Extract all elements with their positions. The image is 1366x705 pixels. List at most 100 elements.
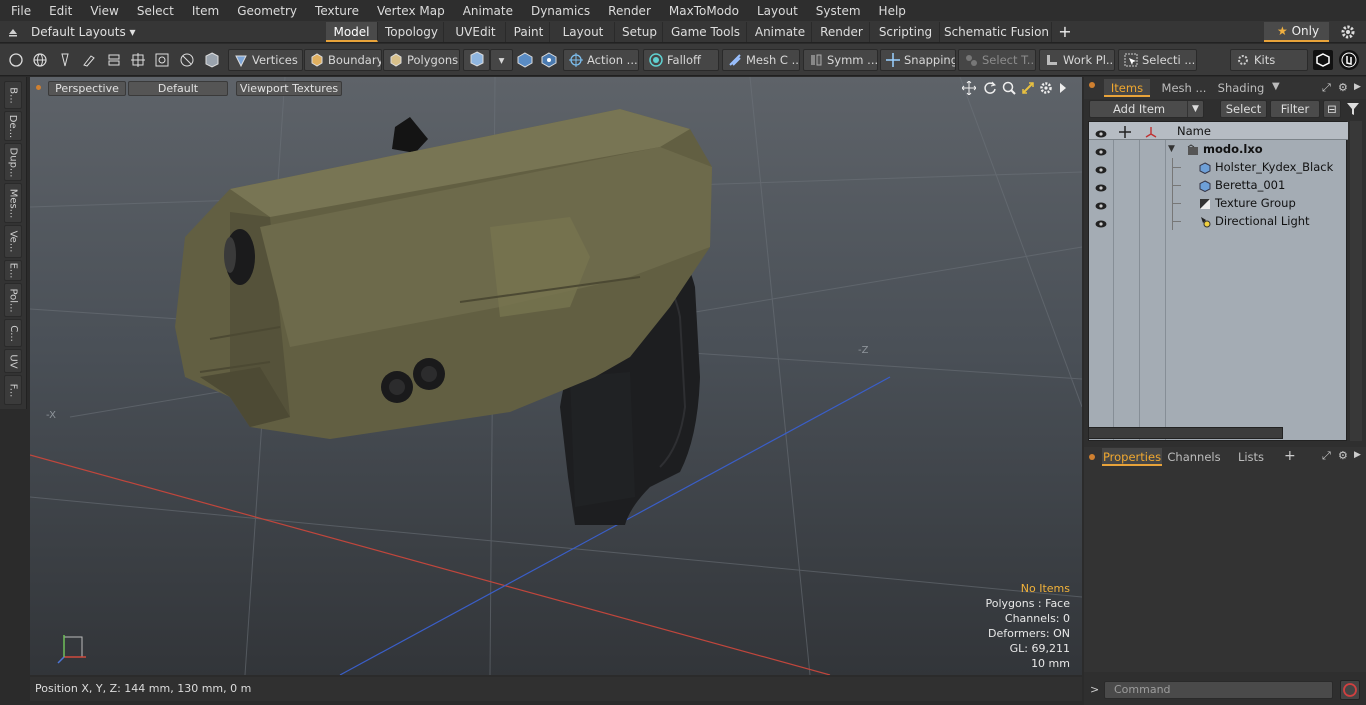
zoom-icon[interactable] xyxy=(1002,81,1016,95)
expand-panel-icon[interactable]: ⤢ xyxy=(1322,81,1331,95)
unity-icon[interactable] xyxy=(1313,50,1333,70)
funnel-icon[interactable] xyxy=(1346,102,1360,116)
mesh-constraint-button[interactable]: Mesh C ... xyxy=(722,49,800,71)
boundary-button[interactable]: Boundary xyxy=(304,49,382,71)
left-tab-4[interactable]: Mes... xyxy=(4,183,22,223)
item-row[interactable]: Directional Light xyxy=(1089,212,1348,230)
view-type-button[interactable]: Perspective xyxy=(48,81,126,96)
eye-icon[interactable] xyxy=(1095,216,1107,228)
left-tab-8[interactable]: C... xyxy=(4,319,22,347)
tabs-dropdown-icon[interactable]: ▼ xyxy=(1272,81,1280,92)
panel-more-icon[interactable]: ▶ xyxy=(1354,82,1361,92)
properties-gear-icon[interactable]: ⚙ xyxy=(1338,449,1348,462)
align-icon[interactable] xyxy=(128,50,148,70)
rotate-icon[interactable] xyxy=(983,81,997,95)
eye-icon[interactable] xyxy=(1095,198,1107,210)
left-tab-3[interactable]: Dup... xyxy=(4,143,22,181)
record-macro-icon[interactable] xyxy=(1340,680,1360,700)
tab-properties[interactable]: Properties xyxy=(1102,448,1162,466)
menu-vertex-map[interactable]: Vertex Map xyxy=(366,4,452,18)
menu-system[interactable]: System xyxy=(805,4,868,18)
tab-animate[interactable]: Animate xyxy=(749,22,812,42)
tab-render[interactable]: Render xyxy=(814,22,870,42)
left-tab-9[interactable]: UV xyxy=(4,349,22,373)
tab-scripting[interactable]: Scripting xyxy=(872,22,940,42)
menu-maxtomodo[interactable]: MaxToModo xyxy=(658,4,746,18)
item-row[interactable]: Beretta_001 xyxy=(1089,176,1348,194)
selection-sets-button[interactable]: Selecti ... xyxy=(1118,49,1197,71)
left-tab-7[interactable]: Pol... xyxy=(4,283,22,317)
snapping-button[interactable]: Snapping xyxy=(880,49,956,71)
eye-icon[interactable] xyxy=(1095,180,1107,192)
tab-mesh[interactable]: Mesh ... xyxy=(1158,79,1210,97)
menu-edit[interactable]: Edit xyxy=(38,4,79,18)
layout-selector[interactable]: Default Layouts ▾ xyxy=(31,23,136,41)
left-tab-6[interactable]: E... xyxy=(4,260,22,281)
tab-shading[interactable]: Shading xyxy=(1214,79,1268,97)
add-item-button[interactable]: Add Item ▼ xyxy=(1089,100,1204,118)
tab-schematic-fusion[interactable]: Schematic Fusion xyxy=(942,22,1052,42)
tab-game-tools[interactable]: Game Tools xyxy=(665,22,747,42)
gear-icon[interactable] xyxy=(1340,24,1356,40)
menu-geometry[interactable]: Geometry xyxy=(226,4,304,18)
select-circle-icon[interactable] xyxy=(6,50,26,70)
layout-up-icon[interactable] xyxy=(6,25,20,39)
menu-help[interactable]: Help xyxy=(868,4,913,18)
pen-tool-icon[interactable] xyxy=(55,50,75,70)
tab-lists[interactable]: Lists xyxy=(1224,448,1278,466)
viewport-expand-icon[interactable] xyxy=(1058,82,1068,94)
viewport-gear-icon[interactable] xyxy=(1039,81,1053,95)
pan-icon[interactable] xyxy=(961,80,977,96)
tab-paint[interactable]: Paint xyxy=(508,22,550,42)
filter-button[interactable]: Filter xyxy=(1270,100,1320,118)
item-row[interactable]: ▼ modo.lxo xyxy=(1089,140,1348,158)
tab-items[interactable]: Items xyxy=(1104,79,1150,97)
tab-channels[interactable]: Channels xyxy=(1166,448,1222,466)
tab-setup[interactable]: Setup xyxy=(617,22,663,42)
tab-model[interactable]: Model xyxy=(326,22,378,42)
add-panel-tab-icon[interactable]: + xyxy=(1284,448,1296,464)
unreal-icon[interactable] xyxy=(1339,50,1359,70)
element-icon[interactable] xyxy=(152,50,172,70)
select-through-button[interactable]: Select T... xyxy=(958,49,1036,71)
select-button[interactable]: Select xyxy=(1220,100,1267,118)
left-tab-1[interactable]: B... xyxy=(4,81,22,109)
command-input[interactable]: Command xyxy=(1104,681,1333,699)
globe-icon[interactable] xyxy=(30,50,50,70)
menu-view[interactable]: View xyxy=(79,4,125,18)
fit-view-icon[interactable] xyxy=(1021,81,1035,95)
mode-dropdown[interactable]: ▾ xyxy=(490,49,513,71)
item-list-scrollbar[interactable] xyxy=(1088,427,1283,439)
item-mode-icon[interactable] xyxy=(202,50,222,70)
tab-layout[interactable]: Layout xyxy=(552,22,615,42)
menu-dynamics[interactable]: Dynamics xyxy=(520,4,597,18)
tab-uvedit[interactable]: UVEdit xyxy=(446,22,506,42)
polygons-button[interactable]: Polygons xyxy=(383,49,460,71)
viewport-textures-button[interactable]: Viewport Textures xyxy=(236,81,342,96)
item-row[interactable]: Texture Group xyxy=(1089,194,1348,212)
transform-icon[interactable] xyxy=(104,50,124,70)
expand-arrow-icon[interactable]: ▼ xyxy=(1168,140,1175,158)
item-list-vscroll[interactable] xyxy=(1350,121,1362,441)
menu-select[interactable]: Select xyxy=(126,4,181,18)
paint-tool-icon[interactable] xyxy=(79,50,99,70)
action-center-button[interactable]: Action ... xyxy=(563,49,639,71)
add-tab-button[interactable]: + xyxy=(1057,23,1073,41)
falloff-button[interactable]: Falloff xyxy=(643,49,719,71)
menu-texture[interactable]: Texture xyxy=(304,4,366,18)
panel-gear-icon[interactable]: ⚙ xyxy=(1338,81,1348,94)
collapse-all-icon[interactable]: ⊟ xyxy=(1323,100,1341,118)
item-list[interactable]: Name ▼ modo.lxo Holster_Kydex_Black Beretta… xyxy=(1088,121,1348,441)
menu-layout[interactable]: Layout xyxy=(746,4,805,18)
soft-select-icon[interactable] xyxy=(177,50,197,70)
tab-topology[interactable]: Topology xyxy=(380,22,444,42)
menu-render[interactable]: Render xyxy=(597,4,658,18)
kits-button[interactable]: Kits xyxy=(1230,49,1308,71)
left-tab-2[interactable]: De... xyxy=(4,111,22,141)
left-tab-10[interactable]: F... xyxy=(4,375,22,405)
3d-viewport[interactable]: Perspective Default Viewport Textures -Z… xyxy=(30,77,1082,675)
menu-file[interactable]: File xyxy=(0,4,38,18)
shading-button[interactable]: Default xyxy=(128,81,228,96)
symmetry-button[interactable]: Symm ... xyxy=(803,49,878,71)
symmetry-x-icon[interactable] xyxy=(515,50,535,70)
